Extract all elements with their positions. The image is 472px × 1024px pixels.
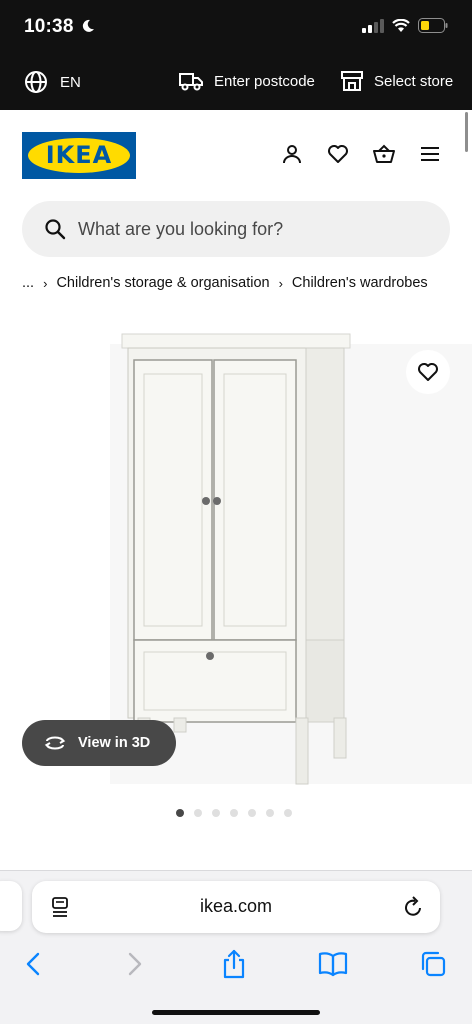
store-label: Select store bbox=[374, 72, 454, 90]
share-icon bbox=[223, 949, 245, 979]
forward-button[interactable] bbox=[120, 949, 150, 979]
wifi-icon bbox=[392, 18, 410, 32]
site-header: IKEA bbox=[0, 110, 472, 200]
truck-icon bbox=[179, 73, 203, 91]
home-indicator bbox=[152, 1010, 320, 1015]
search-input[interactable] bbox=[78, 218, 418, 240]
carousel-dots bbox=[176, 809, 292, 817]
breadcrumb-childrens-wardrobes[interactable]: Children's wardrobes bbox=[292, 275, 428, 291]
search-bar[interactable] bbox=[22, 201, 450, 257]
language-selector[interactable]: EN bbox=[24, 70, 81, 94]
logo-text: IKEA bbox=[45, 141, 113, 169]
store-button[interactable]: Select store bbox=[340, 70, 453, 92]
postcode-label: Enter postcode bbox=[214, 72, 315, 90]
reload-icon[interactable] bbox=[402, 895, 424, 919]
status-indicators bbox=[362, 18, 448, 33]
url-text: ikea.com bbox=[199, 896, 273, 916]
utility-bar: EN Enter postcode Select store bbox=[0, 56, 472, 110]
carousel-dot[interactable] bbox=[248, 809, 256, 817]
store-icon bbox=[341, 71, 363, 91]
tabs-icon bbox=[421, 951, 446, 977]
breadcrumb-childrens-storage[interactable]: Children's storage & organisation bbox=[56, 275, 269, 291]
view-in-3d-button[interactable]: View in 3D bbox=[22, 720, 176, 766]
user-icon[interactable] bbox=[280, 142, 304, 166]
3d-rotate-icon bbox=[44, 736, 66, 750]
view-in-3d-label: View in 3D bbox=[78, 735, 151, 751]
status-time: 10:38 bbox=[24, 16, 95, 38]
back-icon bbox=[26, 952, 40, 976]
language-label: EN bbox=[60, 73, 81, 91]
globe-icon bbox=[25, 71, 47, 93]
carousel-dot[interactable] bbox=[284, 809, 292, 817]
carousel-dot[interactable] bbox=[176, 809, 184, 817]
heart-icon[interactable] bbox=[326, 142, 350, 166]
header-actions bbox=[280, 142, 442, 166]
bookmarks-icon bbox=[318, 952, 348, 977]
product-gallery[interactable]: View in 3D bbox=[0, 322, 472, 802]
carousel-dot[interactable] bbox=[230, 809, 238, 817]
carousel-dot[interactable] bbox=[266, 809, 274, 817]
status-bar: 10:38 bbox=[0, 0, 472, 56]
browser-toolbar bbox=[0, 945, 472, 985]
ikea-logo[interactable]: IKEA bbox=[22, 132, 136, 179]
carousel-dot[interactable] bbox=[212, 809, 220, 817]
address-bar[interactable]: ikea.com bbox=[32, 881, 440, 933]
breadcrumb: ... › Children's storage & organisation … bbox=[22, 275, 428, 291]
heart-icon bbox=[418, 363, 438, 381]
scroll-indicator bbox=[465, 112, 468, 152]
tabs-button[interactable] bbox=[418, 949, 448, 979]
forward-icon bbox=[128, 952, 142, 976]
breadcrumb-ellipsis[interactable]: ... bbox=[22, 275, 34, 291]
moon-icon bbox=[82, 19, 95, 32]
back-button[interactable] bbox=[18, 949, 48, 979]
previous-tab-preview[interactable] bbox=[0, 881, 22, 931]
battery-icon bbox=[418, 18, 448, 33]
menu-icon[interactable] bbox=[418, 142, 442, 166]
chevron-right-icon: › bbox=[278, 275, 283, 291]
signal-icon bbox=[362, 18, 384, 33]
basket-icon[interactable] bbox=[372, 142, 396, 166]
bookmarks-button[interactable] bbox=[318, 949, 348, 979]
favourite-button[interactable] bbox=[406, 350, 450, 394]
search-icon bbox=[45, 219, 66, 240]
postcode-button[interactable]: Enter postcode bbox=[178, 70, 315, 92]
carousel-dot[interactable] bbox=[194, 809, 202, 817]
share-button[interactable] bbox=[219, 949, 249, 979]
chevron-right-icon: › bbox=[43, 275, 48, 291]
browser-chrome: ikea.com bbox=[0, 870, 472, 1024]
